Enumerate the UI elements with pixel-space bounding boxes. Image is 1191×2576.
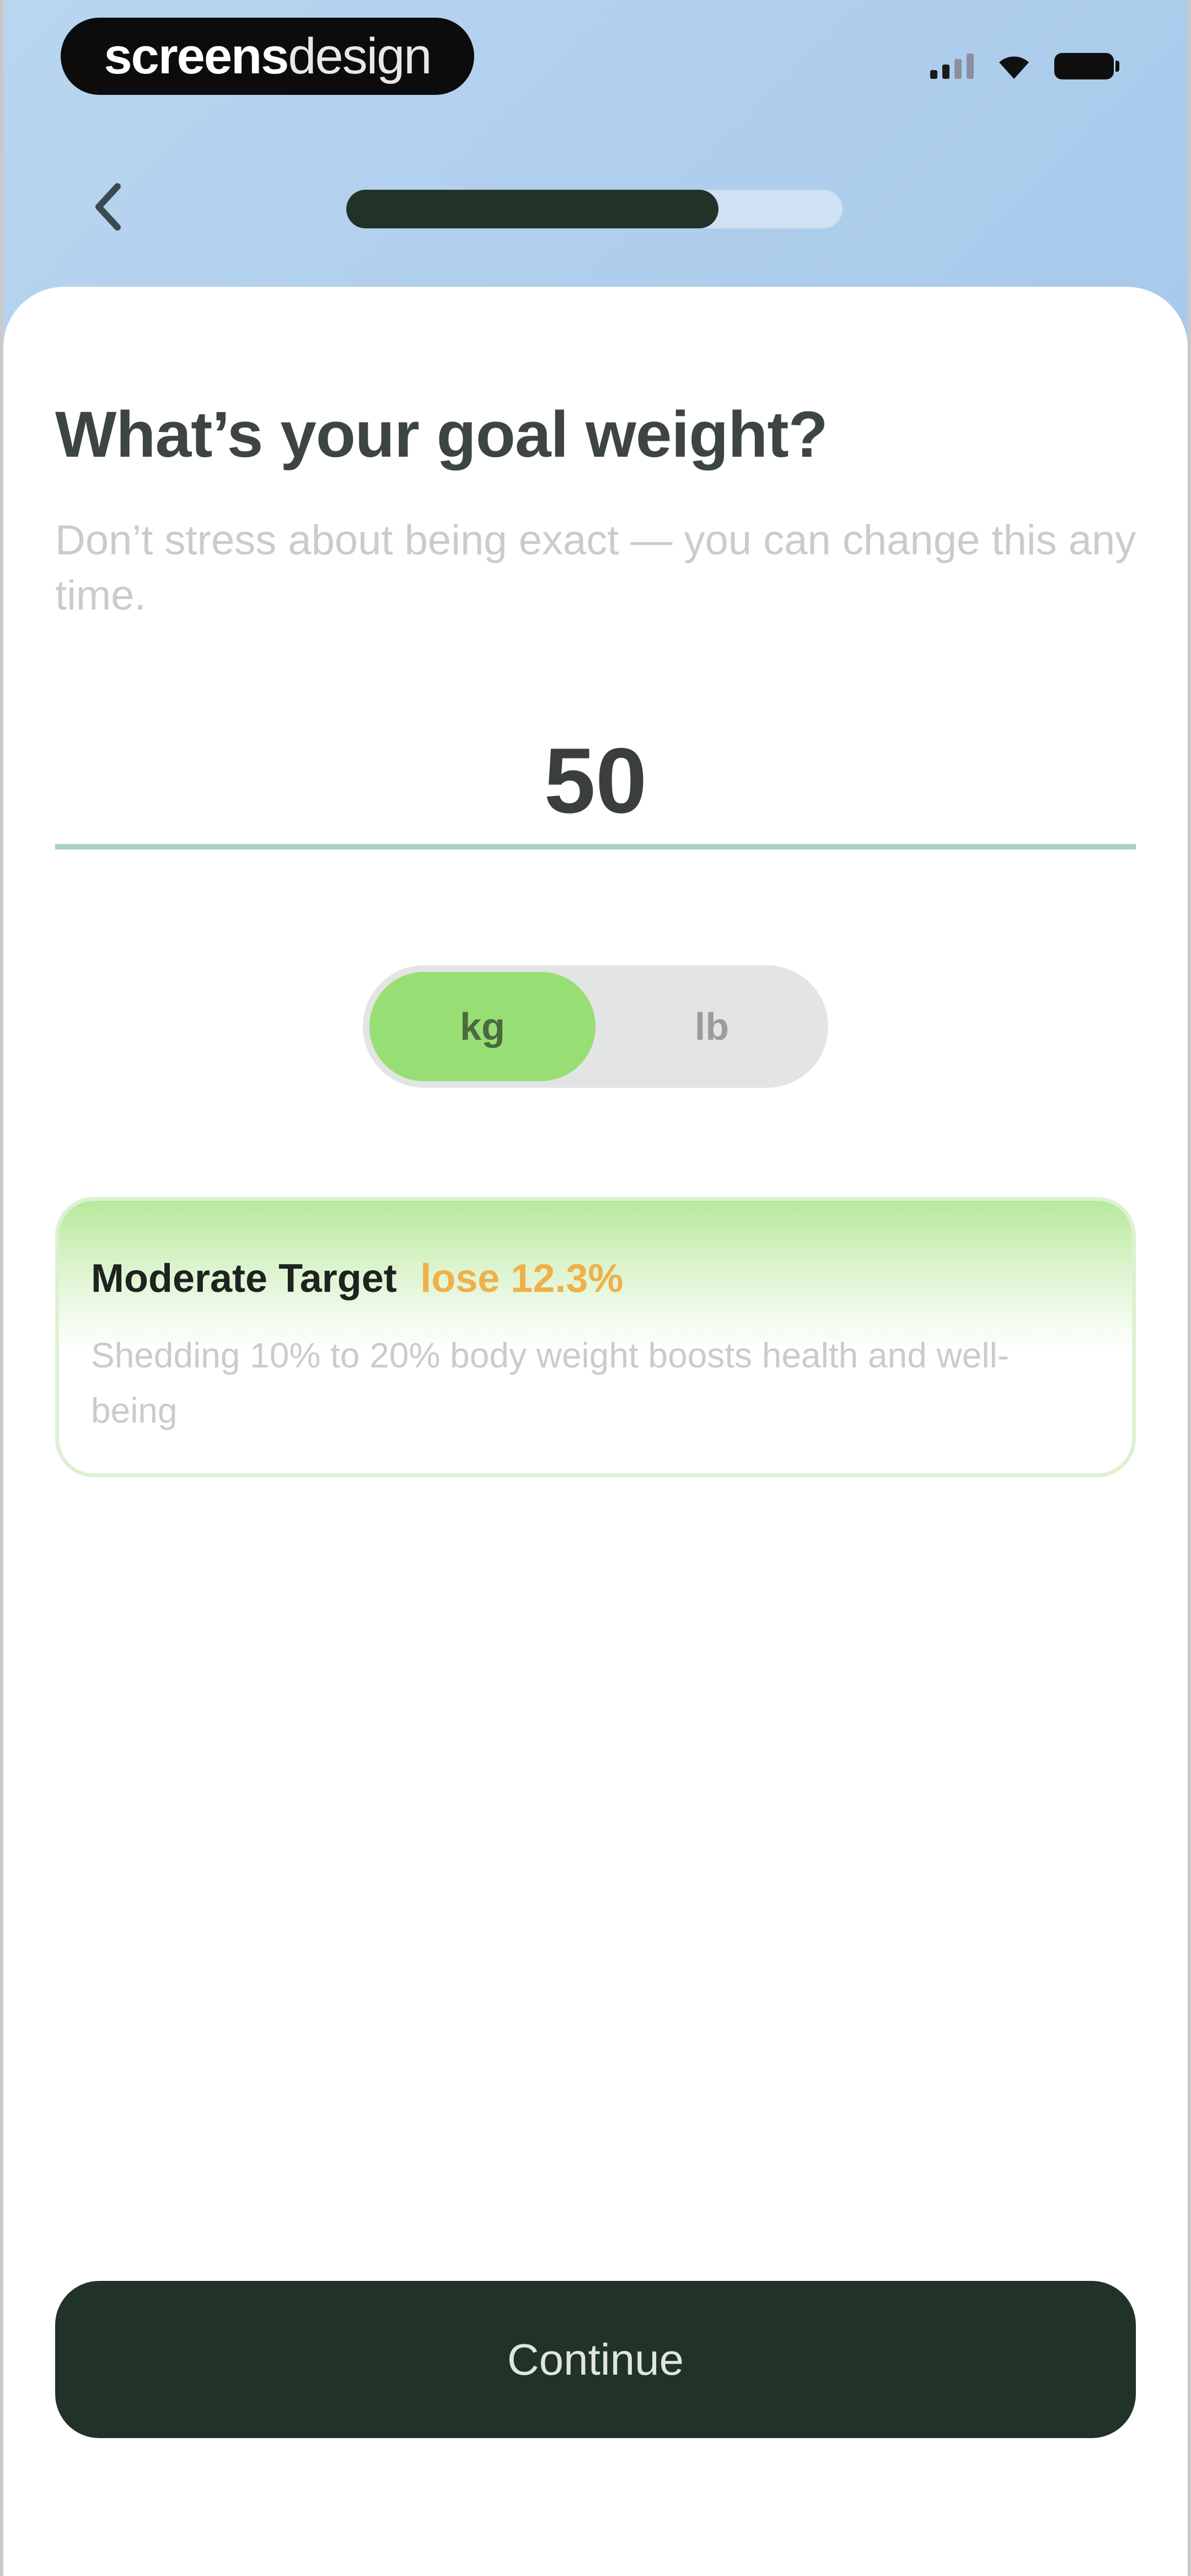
target-percent: lose 12.3% [420, 1257, 624, 1301]
wifi-icon [999, 56, 1029, 79]
goal-weight-input[interactable] [55, 717, 1136, 849]
target-description: Shedding 10% to 20% body weight boosts h… [91, 1335, 1010, 1430]
continue-button[interactable]: Continue [55, 2281, 1136, 2438]
unit-option-kg[interactable]: kg [369, 972, 596, 1081]
unit-toggle: kg lb [363, 965, 828, 1088]
progress-bar-fill [346, 190, 718, 228]
status-icons [930, 52, 1119, 80]
page-subtitle: Don’t stress about being exact — you can… [55, 517, 1136, 619]
brand-logo-light: design [288, 28, 432, 84]
battery-icon [1054, 53, 1119, 79]
unit-option-lb[interactable]: lb [602, 972, 822, 1081]
target-label: Moderate Target [91, 1257, 397, 1301]
signal-icon [930, 54, 974, 79]
target-info-card: Moderate Target lose 12.3% Shedding 10% … [55, 1197, 1136, 1477]
chevron-left-icon [95, 183, 121, 231]
page-title: What’s your goal weight? [55, 398, 828, 471]
brand-logo-bold: screens [104, 28, 289, 84]
onboarding-progress-bar [346, 190, 843, 228]
target-heading: Moderate Target lose 12.3% [91, 1256, 623, 1301]
brand-logo: screens design [61, 18, 474, 95]
back-button[interactable] [77, 177, 138, 237]
